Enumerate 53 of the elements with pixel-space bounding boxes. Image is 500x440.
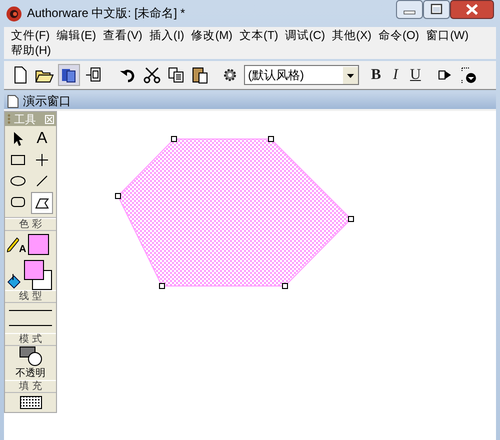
menu-item[interactable]: 修改(M) bbox=[188, 29, 236, 44]
maximize-button[interactable] bbox=[423, 0, 450, 19]
paste-icon[interactable] bbox=[190, 65, 210, 85]
cross-lines-icon bbox=[34, 152, 50, 168]
line-color-swatch[interactable] bbox=[28, 234, 50, 255]
menu-item[interactable]: 帮助(H) bbox=[8, 44, 54, 59]
bold-button[interactable]: B bbox=[367, 66, 386, 84]
diagonal-line-icon bbox=[34, 173, 50, 189]
fill-foreground-swatch[interactable] bbox=[24, 260, 44, 280]
paint-bucket-icon bbox=[7, 272, 21, 290]
mode-name: 不透明 bbox=[16, 366, 46, 380]
selection-handle[interactable] bbox=[348, 216, 354, 222]
document-icon bbox=[7, 94, 19, 108]
ellipse-icon bbox=[10, 173, 26, 189]
selection-handle[interactable] bbox=[171, 136, 177, 142]
text-tool[interactable]: A bbox=[31, 129, 53, 149]
menu-item[interactable]: 调试(C) bbox=[282, 29, 328, 44]
line-color-glyph: A bbox=[19, 244, 26, 255]
selection-handle[interactable] bbox=[159, 283, 165, 289]
menu-item[interactable]: 查看(V) bbox=[100, 29, 146, 44]
cut-icon[interactable] bbox=[142, 65, 162, 85]
underline-button[interactable]: U bbox=[406, 66, 425, 84]
close-button[interactable] bbox=[450, 0, 494, 19]
fill-section-label: 填 充 bbox=[5, 380, 56, 393]
minimize-button[interactable] bbox=[396, 0, 423, 19]
color-section-label: 色 彩 bbox=[5, 218, 56, 231]
rounded-rectangle-icon bbox=[10, 194, 26, 210]
selection-handle[interactable] bbox=[115, 193, 121, 199]
menu-item[interactable]: 文本(T) bbox=[236, 29, 282, 44]
italic-button[interactable]: I bbox=[389, 66, 402, 84]
window-title: Authorware 中文版: [未命名] * bbox=[27, 5, 186, 22]
menu-item[interactable]: 命令(O) bbox=[375, 29, 422, 44]
menu-item[interactable]: 窗口(W) bbox=[423, 29, 472, 44]
copy-icon[interactable] bbox=[166, 65, 186, 85]
line-style-section-label: 线 型 bbox=[5, 290, 56, 303]
menu-item[interactable]: 插入(I) bbox=[146, 29, 188, 44]
opaque-mode-icon[interactable] bbox=[16, 346, 44, 366]
menu-item[interactable]: 其他(X) bbox=[329, 29, 374, 44]
menu-item[interactable]: 文件(F) bbox=[8, 29, 53, 44]
app-logo-icon bbox=[6, 6, 22, 22]
polygon-tool[interactable] bbox=[31, 192, 53, 214]
toolbox-title: 工具 bbox=[14, 112, 37, 126]
presentation-window-title: 演示窗口 bbox=[23, 92, 71, 110]
fill-pattern-swatch[interactable] bbox=[20, 396, 42, 409]
grip-icon[interactable] bbox=[7, 114, 11, 124]
mode-section-label: 模 式 bbox=[5, 333, 56, 346]
selection-handle[interactable] bbox=[282, 283, 288, 289]
selection-handle[interactable] bbox=[268, 136, 274, 142]
style-dropdown[interactable]: (默认风格) bbox=[244, 65, 359, 85]
menu-item[interactable]: 编辑(E) bbox=[54, 29, 100, 44]
dropdown-caret-icon bbox=[343, 66, 358, 84]
rectangle-icon bbox=[10, 152, 26, 168]
pencil-icon bbox=[7, 237, 19, 255]
